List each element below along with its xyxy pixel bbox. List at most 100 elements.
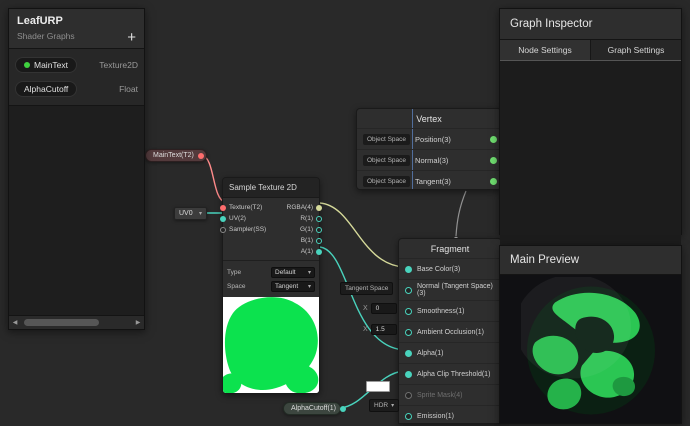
- tab-node-settings[interactable]: Node Settings: [500, 40, 590, 60]
- wire-rgba-to-basecolor[interactable]: [319, 202, 405, 268]
- g-output-port[interactable]: [316, 226, 322, 233]
- maintext-property-node[interactable]: MainText(T2): [145, 149, 207, 162]
- emission-color-swatch[interactable]: [366, 381, 390, 392]
- port-label: Base Color(3): [417, 265, 461, 273]
- blackboard-panel[interactable]: LeafURP Shader Graphs + MainText Texture…: [8, 8, 145, 330]
- texture-input-port[interactable]: [220, 204, 226, 211]
- sample-texture-settings: Type Default Space Tangent: [223, 260, 319, 297]
- chevron-down-icon: [196, 210, 202, 217]
- type-dropdown[interactable]: Default: [271, 266, 315, 278]
- port-label: Normal(3): [415, 155, 449, 165]
- fragment-row-emission: Emission(1): [399, 405, 501, 426]
- x-axis-label: X: [363, 326, 368, 333]
- smoothness-port[interactable]: [405, 307, 412, 315]
- property-pill[interactable]: AlphaCutoff: [15, 81, 78, 97]
- chevron-down-icon: [305, 269, 311, 276]
- fragment-row-smoothness: Smoothness(1): [399, 300, 501, 321]
- r-output-port[interactable]: [316, 215, 322, 222]
- scroll-right-icon[interactable]: [132, 319, 144, 326]
- node-title: Fragment: [430, 244, 470, 254]
- normal-space-value: Tangent Space: [345, 285, 389, 292]
- uv-channel-label: UV0: [179, 210, 193, 217]
- ambient-occlusion-default-field[interactable]: X 1.5: [363, 324, 397, 335]
- fragment-row-sprite-mask: Sprite Mask(4): [399, 384, 501, 405]
- fragment-context-node[interactable]: Fragment Base Color(3) Normal (Tangent S…: [398, 238, 502, 424]
- port-row: B(1): [287, 235, 322, 246]
- scrollbar-track[interactable]: [21, 318, 132, 327]
- type-value: Default: [275, 268, 296, 276]
- main-preview-panel[interactable]: Main Preview: [499, 245, 682, 424]
- blackboard-header: LeafURP Shader Graphs +: [9, 9, 144, 49]
- wire-vertex-to-fragment[interactable]: [455, 190, 467, 237]
- b-output-port[interactable]: [316, 237, 322, 244]
- uv-input-port[interactable]: [220, 215, 226, 222]
- blackboard-empty-area: [9, 106, 144, 315]
- inspector-title: Graph Inspector: [500, 9, 681, 40]
- base-color-port[interactable]: [405, 265, 412, 273]
- smoothness-value-input[interactable]: 0: [370, 303, 397, 314]
- tangent-port[interactable]: [490, 177, 497, 185]
- ao-value-input[interactable]: 1.5: [370, 324, 397, 335]
- preview-viewport[interactable]: [500, 275, 681, 424]
- property-list: MainText Texture2D AlphaCutoff Float: [9, 49, 144, 106]
- alpha-clip-threshold-port[interactable]: [405, 370, 412, 378]
- space-dropdown[interactable]: Object Space: [363, 154, 411, 166]
- sprite-mask-port[interactable]: [405, 391, 412, 399]
- node-title: Vertex: [416, 114, 442, 124]
- port-label: Texture(T2): [229, 204, 263, 211]
- port-label: Alpha(1): [417, 349, 444, 357]
- fragment-row-alpha: Alpha(1): [399, 342, 501, 363]
- uv-channel-dropdown[interactable]: UV0: [174, 207, 207, 220]
- preview-sphere[interactable]: [521, 277, 661, 424]
- port-label: RGBA(4): [286, 204, 313, 211]
- normal-port[interactable]: [405, 286, 412, 294]
- sample-texture-2d-node[interactable]: Sample Texture 2D Texture(T2) UV(2) Samp…: [220, 177, 322, 394]
- emission-port[interactable]: [405, 412, 412, 420]
- property-row-alphacutoff[interactable]: AlphaCutoff Float: [15, 81, 138, 97]
- port-label: R(1): [300, 215, 313, 222]
- fragment-row-normal: Normal (Tangent Space)(3): [399, 279, 501, 300]
- ambient-occlusion-port[interactable]: [405, 328, 412, 336]
- horizontal-scrollbar[interactable]: [9, 315, 144, 329]
- type-label: Type: [227, 268, 242, 276]
- normal-space-dropdown[interactable]: Tangent Space: [340, 282, 394, 295]
- space-dropdown[interactable]: Object Space: [363, 133, 411, 145]
- vertex-context-node[interactable]: Vertex Object Space Position(3) Object S…: [356, 108, 502, 190]
- emission-hdr-dropdown[interactable]: HDR: [369, 399, 400, 412]
- alpha-port[interactable]: [405, 349, 412, 357]
- chevron-down-icon: [388, 402, 394, 409]
- property-row-maintext[interactable]: MainText Texture2D: [15, 57, 138, 73]
- node-title: Sample Texture 2D: [223, 178, 319, 198]
- smoothness-default-field[interactable]: X 0: [363, 303, 397, 314]
- tab-graph-settings[interactable]: Graph Settings: [590, 40, 681, 60]
- a-output-port[interactable]: [316, 248, 322, 255]
- fragment-row-alpha-clip: Alpha Clip Threshold(1): [399, 363, 501, 384]
- vertex-row-tangent: Object Space Tangent(3): [357, 170, 501, 191]
- rgba-output-port[interactable]: [316, 204, 322, 211]
- position-port[interactable]: [490, 135, 497, 143]
- alphacutoff-node-label: AlphaCutoff(1): [291, 405, 337, 412]
- shader-title: LeafURP: [17, 15, 63, 27]
- port-label: G(1): [300, 226, 313, 233]
- port-label: Smoothness(1): [417, 307, 465, 315]
- shader-graph-canvas[interactable]: MainText(T2) UV0 AlphaCutoff(1) Sample T…: [0, 0, 690, 424]
- vertex-row-position: Object Space Position(3): [357, 128, 501, 149]
- normal-port[interactable]: [490, 156, 497, 164]
- property-pill[interactable]: MainText: [15, 57, 78, 73]
- scroll-left-icon[interactable]: [9, 319, 21, 326]
- port-label: Sprite Mask(4): [417, 391, 463, 399]
- port-label: A(1): [300, 248, 313, 255]
- texture2d-output-port[interactable]: [197, 152, 204, 159]
- port-row: RGBA(4): [286, 202, 322, 213]
- graph-inspector-panel[interactable]: Graph Inspector Node Settings Graph Sett…: [499, 8, 682, 286]
- sampler-input-port[interactable]: [220, 226, 226, 233]
- port-label: Emission(1): [417, 412, 454, 420]
- scrollbar-thumb[interactable]: [24, 319, 100, 326]
- float-output-port[interactable]: [340, 405, 347, 412]
- alphacutoff-property-node[interactable]: AlphaCutoff(1): [283, 402, 347, 415]
- add-property-button[interactable]: +: [127, 30, 136, 45]
- space-dropdown[interactable]: Object Space: [363, 175, 411, 187]
- maintext-node-label: MainText(T2): [153, 152, 194, 159]
- port-row: R(1): [287, 213, 322, 224]
- space-dropdown[interactable]: Tangent: [271, 280, 315, 292]
